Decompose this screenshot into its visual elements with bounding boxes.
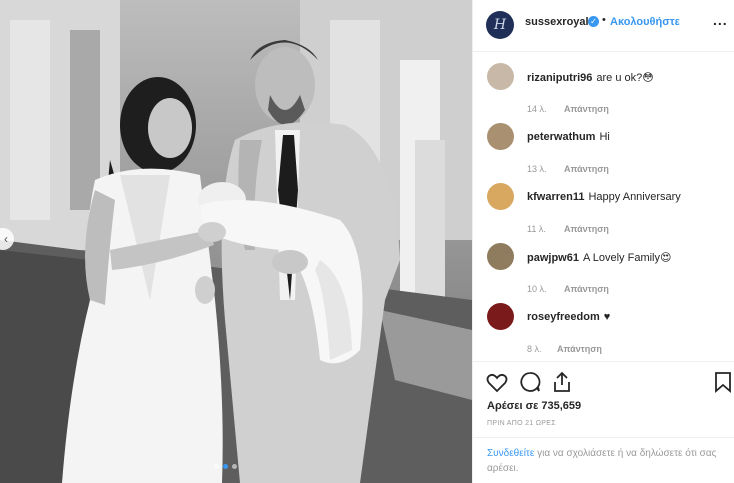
comment-body: are u ok?😳: [596, 72, 654, 84]
login-prompt: Συνδεθείτε για να σχολιάσετε ή να δηλώσε…: [487, 446, 727, 476]
reply-button[interactable]: Απάντηση: [557, 344, 602, 354]
carousel-indicator: [214, 464, 237, 469]
comment-body: A Lovely Family😍: [582, 252, 672, 264]
post-header: H sussexroyal ✓ • Ακολουθήστε ...: [473, 0, 734, 52]
avatar[interactable]: H: [486, 11, 514, 39]
author-username[interactable]: sussexroyal: [525, 16, 589, 28]
comment-time: 11 λ.: [527, 224, 546, 234]
commenter-avatar[interactable]: [487, 303, 514, 330]
bookmark-icon[interactable]: [711, 370, 734, 394]
chevron-left-icon: ‹: [4, 232, 8, 246]
verified-badge-icon: ✓: [588, 16, 599, 27]
comment-icon[interactable]: [518, 370, 542, 394]
carousel-dot: [214, 464, 219, 469]
comment-text: kfwarren11 Happy Anniversary: [527, 191, 681, 203]
carousel-dot: [232, 464, 237, 469]
post-side-panel: H sussexroyal ✓ • Ακολουθήστε ... rizani…: [472, 0, 734, 483]
commenter-avatar[interactable]: [487, 183, 514, 210]
heart-icon[interactable]: [485, 370, 509, 394]
divider: [473, 437, 734, 438]
carousel-dot-active: [223, 464, 228, 469]
comment-body: Happy Anniversary: [588, 191, 681, 203]
commenter-username[interactable]: rizaniputri96: [527, 72, 592, 84]
comment-text: pawjpw61 A Lovely Family😍: [527, 251, 671, 264]
commenter-avatar[interactable]: [487, 243, 514, 270]
reply-button[interactable]: Απάντηση: [564, 164, 609, 174]
commenter-username[interactable]: pawjpw61: [527, 252, 579, 264]
commenter-username[interactable]: peterwathum: [527, 131, 595, 143]
post-actions: Αρέσει σε 735,659 ΠΡΙΝ ΑΠΟ 21 ΩΡΕΣ Συνδε…: [473, 361, 734, 483]
post-timestamp[interactable]: ΠΡΙΝ ΑΠΟ 21 ΩΡΕΣ: [487, 420, 556, 427]
commenter-username[interactable]: roseyfreedom: [527, 311, 600, 323]
comment-text: rizaniputri96 are u ok?😳: [527, 71, 654, 84]
reply-button[interactable]: Απάντηση: [564, 104, 609, 114]
share-icon[interactable]: [550, 370, 574, 394]
photo-illustration: [0, 0, 472, 483]
comment-item: rizaniputri96 are u ok?😳 14 λ. Απάντηση: [473, 63, 734, 123]
comment-time: 8 λ.: [527, 344, 542, 354]
commenter-avatar[interactable]: [487, 63, 514, 90]
comment-text: roseyfreedom ♥: [527, 311, 610, 323]
commenter-avatar[interactable]: [487, 123, 514, 150]
comment-time: 13 λ.: [527, 164, 547, 174]
reply-button[interactable]: Απάντηση: [564, 224, 609, 234]
comment-time: 14 λ.: [527, 104, 547, 114]
commenter-username[interactable]: kfwarren11: [527, 191, 584, 203]
comment-text: peterwathum Hi: [527, 131, 610, 143]
comment-item: roseyfreedom ♥ 8 λ. Απάντηση: [473, 303, 734, 358]
more-options-button[interactable]: ...: [713, 12, 728, 28]
comment-item: pawjpw61 A Lovely Family😍 10 λ. Απάντηση: [473, 243, 734, 303]
reply-button[interactable]: Απάντηση: [564, 284, 609, 294]
likes-count[interactable]: Αρέσει σε 735,659: [487, 400, 581, 412]
comment-item: kfwarren11 Happy Anniversary 11 λ. Απάντη…: [473, 183, 734, 243]
comment-body: ♥: [603, 311, 611, 323]
login-link[interactable]: Συνδεθείτε: [487, 448, 534, 459]
follow-button[interactable]: Ακολουθήστε: [610, 16, 680, 28]
comment-body: Hi: [599, 131, 610, 143]
separator-dot: •: [602, 14, 606, 26]
comment-time: 10 λ.: [527, 284, 547, 294]
comments-list: rizaniputri96 are u ok?😳 14 λ. Απάντηση p…: [473, 53, 734, 358]
instagram-post: ‹ H sussexroyal ✓ • Ακολουθήστε ... riza…: [0, 0, 734, 483]
comment-item: peterwathum Hi 13 λ. Απάντηση: [473, 123, 734, 183]
post-photo[interactable]: ‹: [0, 0, 472, 483]
